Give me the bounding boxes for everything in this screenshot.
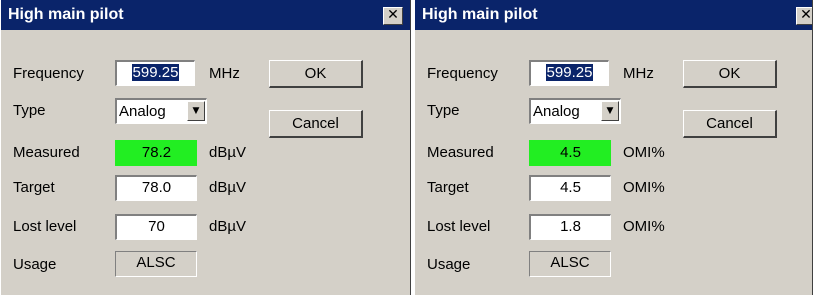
target-field[interactable]: 78.0 [115, 175, 197, 201]
target-label: Target [13, 179, 55, 196]
ok-button[interactable]: OK [683, 60, 777, 88]
target-label: Target [427, 179, 469, 196]
target-field[interactable]: 4.5 [529, 175, 611, 201]
close-icon[interactable]: ✕ [796, 7, 812, 25]
usage-value: ALSC [115, 251, 197, 277]
title-bar[interactable]: High main pilot ✕ [415, 0, 812, 30]
frequency-field[interactable]: 599.25 [529, 60, 609, 86]
title-bar[interactable]: High main pilot ✕ [1, 0, 410, 30]
usage-value: ALSC [529, 251, 611, 277]
type-select[interactable]: Analog ▼ [529, 98, 621, 124]
lost-level-unit: dBµV [209, 218, 246, 235]
cancel-button[interactable]: Cancel [269, 110, 363, 138]
chevron-down-icon[interactable]: ▼ [187, 101, 205, 121]
measured-label: Measured [427, 144, 494, 161]
frequency-unit: MHz [623, 65, 654, 82]
dialog-title: High main pilot [422, 6, 538, 23]
chevron-down-icon[interactable]: ▼ [601, 101, 619, 121]
lost-level-unit: OMI% [623, 218, 665, 235]
frequency-value: 599.25 [131, 64, 180, 81]
cancel-button[interactable]: Cancel [683, 110, 777, 138]
target-unit: OMI% [623, 179, 665, 196]
pilot-dialog-omi: High main pilot ✕ Frequency 599.25 MHz T… [414, 0, 813, 295]
dialog-title: High main pilot [8, 6, 124, 23]
usage-label: Usage [427, 256, 471, 273]
frequency-value: 599.25 [545, 64, 594, 81]
frequency-field[interactable]: 599.25 [115, 60, 195, 86]
measured-unit: OMI% [623, 144, 665, 161]
lost-level-label: Lost level [13, 218, 77, 235]
frequency-label: Frequency [427, 65, 498, 82]
frequency-label: Frequency [13, 65, 84, 82]
type-label: Type [427, 102, 460, 119]
measured-value: 4.5 [529, 140, 611, 166]
type-value: Analog [119, 103, 166, 120]
measured-value: 78.2 [115, 140, 197, 166]
measured-label: Measured [13, 144, 80, 161]
lost-level-field[interactable]: 1.8 [529, 214, 611, 240]
ok-button[interactable]: OK [269, 60, 363, 88]
type-label: Type [13, 102, 46, 119]
usage-label: Usage [13, 256, 57, 273]
measured-unit: dBµV [209, 144, 246, 161]
lost-level-field[interactable]: 70 [115, 214, 197, 240]
close-icon[interactable]: ✕ [383, 7, 403, 25]
lost-level-label: Lost level [427, 218, 491, 235]
type-value: Analog [533, 103, 580, 120]
target-unit: dBµV [209, 179, 246, 196]
pilot-dialog-dbuv: High main pilot ✕ Frequency 599.25 MHz T… [0, 0, 411, 295]
type-select[interactable]: Analog ▼ [115, 98, 207, 124]
frequency-unit: MHz [209, 65, 240, 82]
